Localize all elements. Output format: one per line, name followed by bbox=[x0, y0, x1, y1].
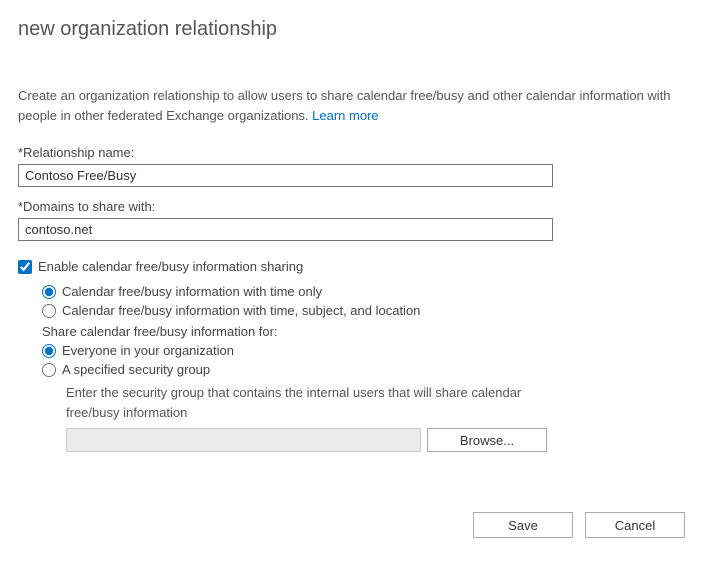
scope-group-label: A specified security group bbox=[62, 362, 210, 377]
learn-more-link[interactable]: Learn more bbox=[312, 108, 378, 123]
enable-sharing-label: Enable calendar free/busy information sh… bbox=[38, 259, 303, 274]
level-time-only-radio[interactable] bbox=[42, 285, 56, 299]
footer-actions: Save Cancel bbox=[473, 512, 685, 538]
page-title: new organization relationship bbox=[18, 18, 692, 41]
scope-everyone-radio[interactable] bbox=[42, 344, 56, 358]
level-full-radio[interactable] bbox=[42, 304, 56, 318]
scope-group-radio[interactable] bbox=[42, 363, 56, 377]
scope-label: Share calendar free/busy information for… bbox=[42, 324, 692, 339]
level-time-only-label: Calendar free/busy information with time… bbox=[62, 284, 322, 299]
domains-input[interactable] bbox=[18, 218, 553, 241]
scope-everyone-label: Everyone in your organization bbox=[62, 343, 234, 358]
group-hint: Enter the security group that contains t… bbox=[66, 383, 566, 422]
relationship-name-label: *Relationship name: bbox=[18, 145, 692, 160]
intro-text: Create an organization relationship to a… bbox=[18, 86, 692, 125]
security-group-input bbox=[66, 428, 421, 452]
domains-label: *Domains to share with: bbox=[18, 199, 692, 214]
save-button[interactable]: Save bbox=[473, 512, 573, 538]
enable-sharing-checkbox[interactable] bbox=[18, 260, 32, 274]
level-full-label: Calendar free/busy information with time… bbox=[62, 303, 420, 318]
browse-button[interactable]: Browse... bbox=[427, 428, 547, 452]
cancel-button[interactable]: Cancel bbox=[585, 512, 685, 538]
relationship-name-input[interactable] bbox=[18, 164, 553, 187]
